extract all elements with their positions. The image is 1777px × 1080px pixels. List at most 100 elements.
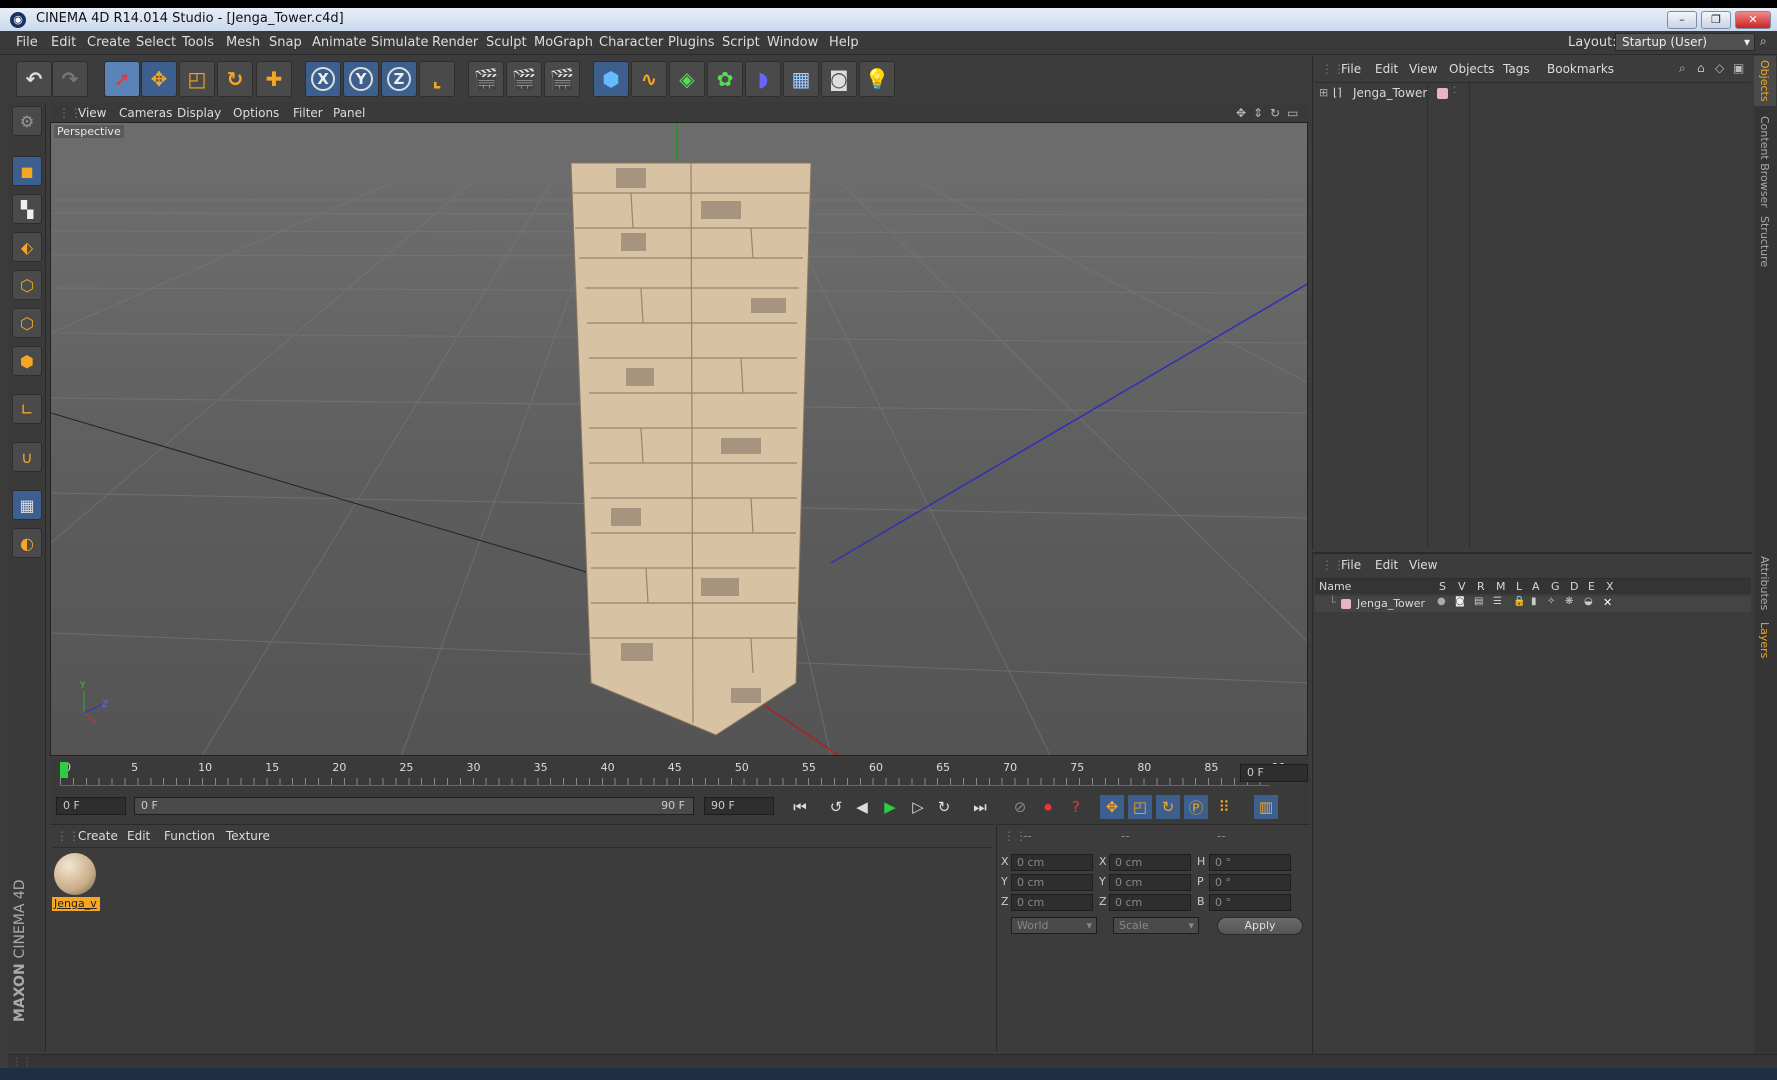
layer-menu-file[interactable]: File — [1341, 558, 1361, 572]
object-row[interactable]: ⊞ ⌊⌉ Jenga_Tower ⁚ — [1319, 86, 1749, 102]
light-button[interactable]: 💡 — [859, 61, 895, 97]
column-solo[interactable]: S — [1439, 580, 1446, 593]
playhead-marker[interactable] — [60, 762, 68, 778]
pos-y-field[interactable]: 0 cm — [1011, 874, 1093, 891]
column-generators[interactable]: G — [1551, 580, 1560, 593]
workplane-mode-button[interactable]: ⬖ — [12, 232, 42, 262]
floor-button[interactable]: ▦ — [783, 61, 819, 97]
select-tool-button[interactable]: ➚ — [104, 61, 140, 97]
jenga-tower-model[interactable] — [570, 162, 812, 736]
rotate-tool-button[interactable]: ↻ — [217, 61, 253, 97]
render-view-button[interactable]: 🎬 — [468, 61, 504, 97]
deformer-button[interactable]: ◗ — [745, 61, 781, 97]
object-menu-file[interactable]: File — [1341, 62, 1361, 76]
current-frame-field[interactable]: 0 F — [1240, 764, 1308, 782]
viewport-maximize-icon[interactable]: ▭ — [1287, 106, 1298, 120]
scale-key-button[interactable]: ◰ — [1128, 795, 1152, 819]
go-to-end-button[interactable]: ⏭ — [968, 795, 992, 819]
size-z-field[interactable]: 0 cm — [1109, 894, 1191, 911]
render-clapper-icon[interactable]: ▤ — [1474, 596, 1483, 607]
cube-button[interactable]: ⬢ — [593, 61, 629, 97]
edges-mode-button[interactable]: ⬡ — [12, 308, 42, 338]
menu-create[interactable]: Create — [87, 35, 130, 50]
menu-tools[interactable]: Tools — [182, 35, 214, 50]
object-menu-edit[interactable]: Edit — [1375, 62, 1398, 76]
menu-script[interactable]: Script — [722, 35, 760, 50]
material-menu-create[interactable]: Create — [78, 829, 118, 843]
view-eye-icon[interactable]: ◙ — [1455, 596, 1465, 607]
timeline-window-button[interactable]: ▥ — [1254, 795, 1278, 819]
generator-icon[interactable]: ✧ — [1547, 596, 1555, 607]
snap-button[interactable]: ▦ — [12, 490, 42, 520]
manager-hierarchy-icon[interactable]: ☰ — [1493, 596, 1502, 607]
apply-button[interactable]: Apply — [1217, 917, 1303, 935]
side-tab-attributes[interactable]: Attributes — [1758, 556, 1771, 610]
viewport-menu-filter[interactable]: Filter — [293, 106, 323, 120]
model-mode-button[interactable]: ◼ — [12, 156, 42, 186]
material-menu-edit[interactable]: Edit — [127, 829, 150, 843]
side-tab-content-browser[interactable]: Content Browser — [1758, 116, 1771, 208]
point-level-button[interactable]: ⠿ — [1212, 795, 1236, 819]
lock-icon[interactable]: 🔒 — [1513, 596, 1525, 607]
material-swatch[interactable]: Jenga_v — [52, 851, 100, 911]
polygons-mode-button[interactable]: ⬢ — [12, 346, 42, 376]
viewport-menu-view[interactable]: View — [78, 106, 106, 120]
menu-help[interactable]: Help — [829, 35, 859, 50]
autokey-button[interactable]: ⏺ — [1036, 795, 1060, 819]
menu-snap[interactable]: Snap — [269, 35, 302, 50]
column-xref[interactable]: X — [1606, 580, 1614, 593]
layout-select[interactable]: Startup (User) ▾ — [1615, 33, 1755, 51]
menu-window[interactable]: Window — [767, 35, 818, 50]
coordinate-system-button[interactable]: ⌞ — [419, 61, 455, 97]
locked-workplane-button[interactable]: ◐ — [12, 528, 42, 558]
coordinate-mode-select[interactable]: World ▾ — [1011, 917, 1097, 934]
tweak-mode-button[interactable]: ∪ — [12, 442, 42, 472]
side-tab-structure[interactable]: Structure — [1758, 216, 1771, 267]
layer-menu-edit[interactable]: Edit — [1375, 558, 1398, 572]
rot-b-field[interactable]: 0 ° — [1209, 894, 1291, 911]
points-mode-button[interactable]: ⬡ — [12, 270, 42, 300]
y-axis-button[interactable]: Y — [343, 61, 379, 97]
position-key-button[interactable]: ✥ — [1100, 795, 1124, 819]
texture-mode-button[interactable]: ▚ — [12, 194, 42, 224]
previous-frame-button[interactable]: ◀ — [850, 795, 874, 819]
make-editable-button[interactable]: ⚙ — [12, 106, 42, 136]
animation-film-icon[interactable]: ▮ — [1531, 596, 1537, 607]
rot-h-field[interactable]: 0 ° — [1209, 854, 1291, 871]
pos-z-field[interactable]: 0 cm — [1011, 894, 1093, 911]
menu-edit[interactable]: Edit — [51, 35, 76, 50]
subdivision-button[interactable]: ◈ — [669, 61, 705, 97]
array-button[interactable]: ✿ — [707, 61, 743, 97]
column-expressions[interactable]: E — [1588, 580, 1595, 593]
transform-mode-select[interactable]: Scale ▾ — [1113, 917, 1199, 934]
viewport-move-icon[interactable]: ✥ — [1236, 106, 1246, 120]
column-view[interactable]: V — [1458, 580, 1466, 593]
rot-p-field[interactable]: 0 ° — [1209, 874, 1291, 891]
expression-icon[interactable]: ◒ — [1584, 596, 1593, 607]
restore-button[interactable]: ❐ — [1701, 11, 1731, 29]
menu-select[interactable]: Select — [136, 35, 176, 50]
perspective-viewport[interactable]: Y Z Perspective — [50, 122, 1308, 756]
menu-file[interactable]: File — [16, 35, 38, 50]
camera-button[interactable]: ◙ — [821, 61, 857, 97]
side-tab-layers[interactable]: Layers — [1758, 622, 1771, 658]
object-menu-tags[interactable]: Tags — [1503, 62, 1530, 76]
render-picture-viewer-button[interactable]: 🎬 — [506, 61, 542, 97]
size-x-field[interactable]: 0 cm — [1109, 854, 1191, 871]
size-y-field[interactable]: 0 cm — [1109, 874, 1191, 891]
menu-character[interactable]: Character — [599, 35, 663, 50]
expand-icon[interactable]: ⊞ — [1319, 86, 1328, 99]
close-button[interactable]: ✕ — [1735, 11, 1771, 29]
collapse-icon[interactable]: ◇ — [1715, 61, 1724, 75]
visibility-dots-icon[interactable]: ⁚ — [1453, 86, 1456, 96]
scale-tool-button[interactable]: ◰ — [179, 61, 215, 97]
side-tab-objects[interactable]: Objects — [1758, 60, 1771, 102]
parameter-key-button[interactable]: Ⓟ — [1184, 795, 1208, 819]
rotation-key-button[interactable]: ↻ — [1156, 795, 1180, 819]
axis-mode-button[interactable]: ∟ — [12, 394, 42, 424]
menu-animate[interactable]: Animate — [312, 35, 366, 50]
object-menu-view[interactable]: View — [1409, 62, 1437, 76]
menu-plugins[interactable]: Plugins — [668, 35, 715, 50]
home-icon[interactable]: ⌂ — [1697, 61, 1705, 75]
live-selection-button[interactable]: ✚ — [256, 61, 292, 97]
